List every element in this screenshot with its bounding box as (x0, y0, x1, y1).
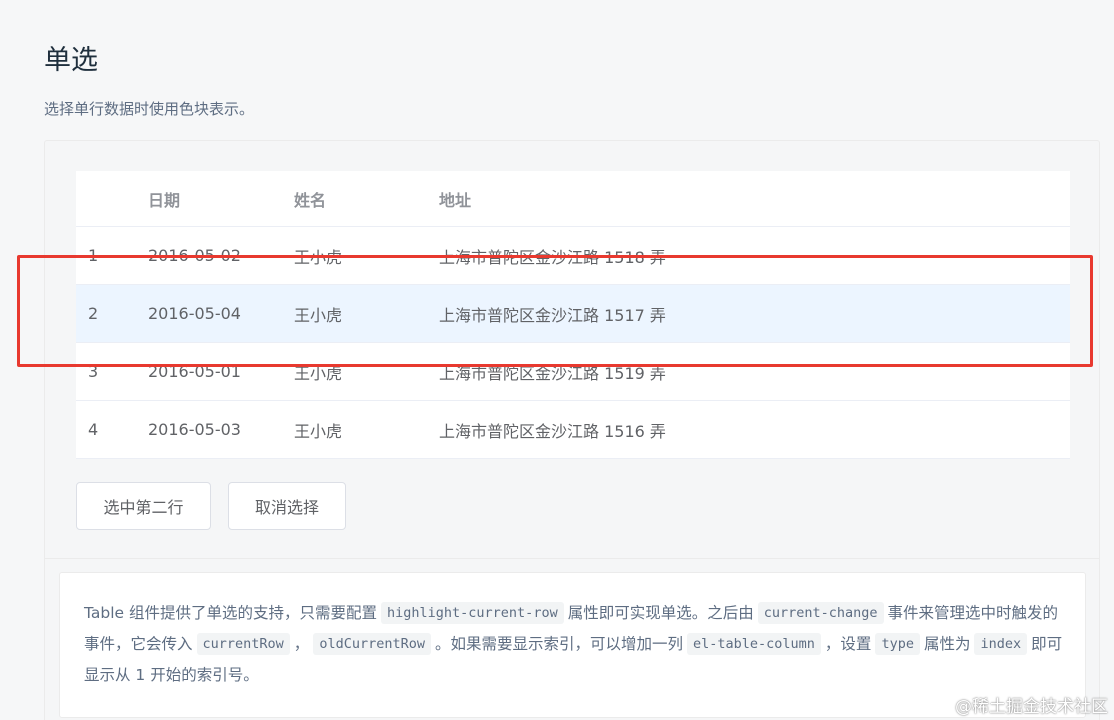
code-el-table-column: el-table-column (687, 633, 821, 655)
cell-index: 4 (88, 420, 99, 439)
cell-address: 上海市普陀区金沙江路 1517 弄 (439, 305, 666, 325)
cell-name: 王小虎 (294, 363, 343, 383)
cell-name: 王小虎 (294, 421, 343, 441)
cell-date: 2016-05-04 (148, 304, 241, 323)
desc-text: Table 组件提供了单选的支持，只需要配置 (84, 604, 378, 622)
table-row[interactable]: 3 2016-05-01 王小虎 上海市普陀区金沙江路 1519 弄 (76, 343, 1070, 401)
demo-block: 日期 姓名 地址 1 2016-05-02 王小虎 上海市普陀区金沙江路 151… (44, 140, 1100, 720)
cell-name: 王小虎 (294, 247, 343, 267)
header-name: 姓名 (294, 190, 327, 210)
header-date: 日期 (148, 190, 181, 210)
table-header-row: 日期 姓名 地址 (76, 171, 1070, 227)
cancel-selection-button[interactable]: 取消选择 (228, 482, 346, 530)
cell-name: 王小虎 (294, 305, 343, 325)
select-second-row-button[interactable]: 选中第二行 (76, 482, 211, 530)
cell-date: 2016-05-01 (148, 362, 241, 381)
desc-text: 属性即可实现单选。之后由 (567, 604, 754, 622)
table-row[interactable]: 1 2016-05-02 王小虎 上海市普陀区金沙江路 1518 弄 (76, 227, 1070, 285)
cell-date: 2016-05-03 (148, 420, 241, 439)
header-address: 地址 (439, 190, 472, 210)
desc-text: ，设置 (824, 635, 872, 653)
code-type: type (875, 633, 920, 655)
watermark: @稀土掘金技术社区 (955, 697, 1108, 717)
table-row-current[interactable]: 2 2016-05-04 王小虎 上海市普陀区金沙江路 1517 弄 (76, 285, 1070, 343)
cell-index: 3 (88, 362, 99, 381)
cell-index: 1 (88, 246, 99, 265)
cell-date: 2016-05-02 (148, 246, 241, 265)
single-select-table: 日期 姓名 地址 1 2016-05-02 王小虎 上海市普陀区金沙江路 151… (76, 171, 1070, 459)
code-current-change: current-change (757, 602, 884, 624)
demo-source: 日期 姓名 地址 1 2016-05-02 王小虎 上海市普陀区金沙江路 151… (45, 141, 1099, 559)
code-highlight-current-row: highlight-current-row (381, 602, 564, 624)
cell-index: 2 (88, 304, 99, 323)
desc-text: 属性为 (923, 635, 971, 653)
code-index: index (974, 633, 1028, 655)
desc-text: 。如果需要显示索引，可以增加一列 (434, 635, 683, 653)
cell-address: 上海市普陀区金沙江路 1516 弄 (439, 421, 666, 441)
page-subtitle: 选择单行数据时使用色块表示。 (44, 100, 255, 118)
code-current-row: currentRow (196, 633, 290, 655)
code-old-current-row: oldCurrentRow (313, 633, 431, 655)
desc-text: ， (293, 635, 310, 653)
table-row[interactable]: 4 2016-05-03 王小虎 上海市普陀区金沙江路 1516 弄 (76, 401, 1070, 459)
cell-address: 上海市普陀区金沙江路 1518 弄 (439, 247, 666, 267)
demo-description: Table 组件提供了单选的支持，只需要配置 highlight-current-… (59, 572, 1086, 718)
page-title: 单选 (44, 45, 98, 76)
cell-address: 上海市普陀区金沙江路 1519 弄 (439, 363, 666, 383)
page: 单选 选择单行数据时使用色块表示。 日期 姓名 地址 1 2016-05-02 … (0, 0, 1114, 720)
